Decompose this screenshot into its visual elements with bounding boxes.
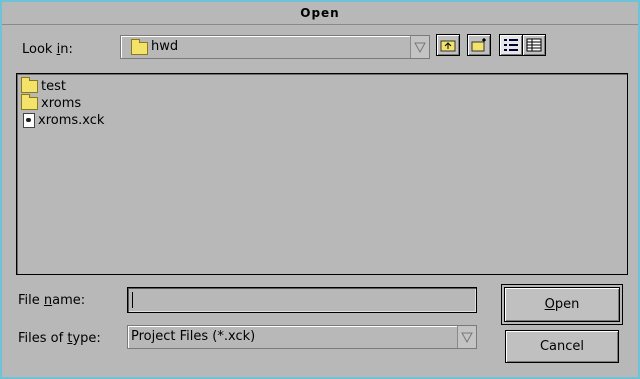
folder-icon: [21, 93, 38, 110]
files-of-type-value: Project Files (*.xck): [131, 329, 256, 344]
up-folder-button[interactable]: [436, 34, 460, 56]
look-in-label: Look in:: [22, 42, 73, 57]
list-item[interactable]: xroms: [21, 93, 81, 111]
look-in-value: hwd: [151, 39, 179, 54]
text-cursor: [132, 292, 133, 308]
list-view-icon: [504, 39, 518, 51]
window-title: Open: [300, 6, 340, 20]
title-bar[interactable]: Open: [2, 2, 638, 25]
open-button[interactable]: Open: [501, 284, 623, 325]
chevron-down-icon[interactable]: [457, 326, 476, 348]
new-folder-icon: [471, 38, 486, 52]
details-view-icon: [526, 38, 542, 52]
file-name-label: File name:: [18, 293, 86, 308]
file-list[interactable]: test xroms xroms.xck: [16, 73, 628, 275]
folder-icon: [131, 39, 148, 55]
open-dialog: Open Look in: hwd test xroms xroms.xck F…: [0, 0, 640, 379]
cancel-button[interactable]: Cancel: [505, 330, 619, 363]
chevron-down-icon[interactable]: [410, 36, 429, 58]
list-item[interactable]: test: [21, 76, 66, 94]
folder-icon: [21, 76, 38, 93]
list-view-button[interactable]: [499, 34, 523, 56]
look-in-combo[interactable]: hwd: [120, 35, 430, 59]
folder-up-icon: [440, 40, 456, 52]
files-of-type-label: Files of type:: [18, 331, 101, 346]
file-icon: [23, 112, 35, 128]
list-item[interactable]: xroms.xck: [21, 112, 104, 128]
file-name-input[interactable]: [127, 287, 477, 313]
files-of-type-combo[interactable]: Project Files (*.xck): [127, 325, 477, 349]
details-view-button[interactable]: [522, 34, 546, 56]
new-folder-button[interactable]: [467, 34, 491, 56]
